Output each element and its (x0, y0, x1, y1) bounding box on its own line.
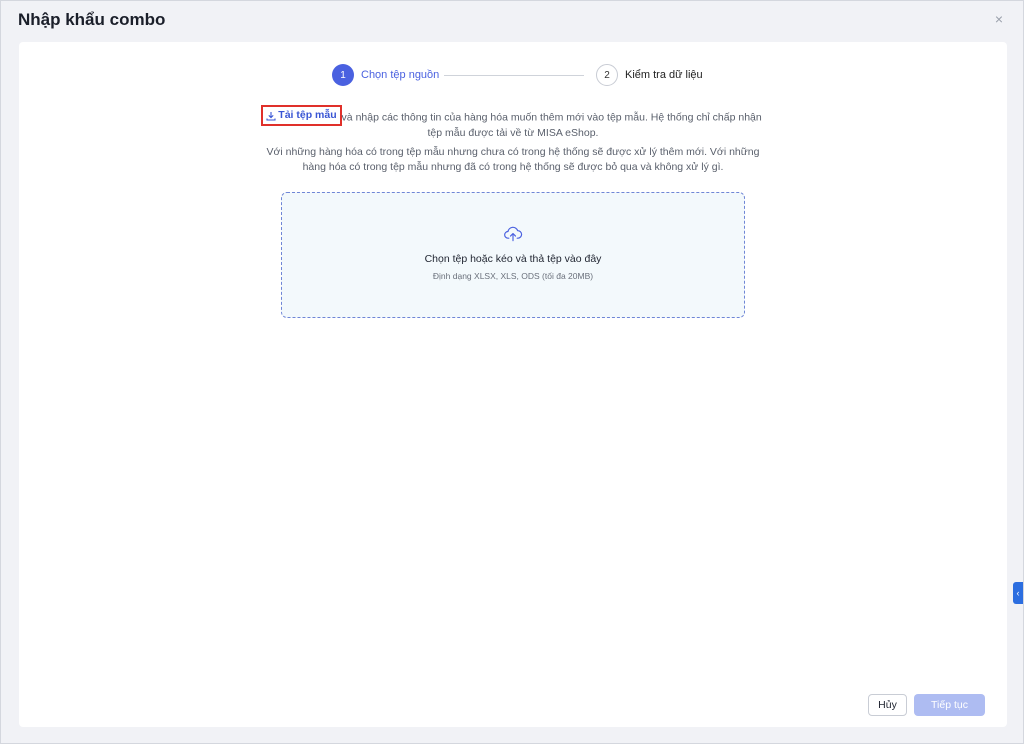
step-connector (444, 75, 584, 76)
step-number: 2 (596, 64, 618, 86)
step-number: 1 (332, 64, 354, 86)
instructions-line-2: Với những hàng hóa có trong tệp mẫu nhưn… (266, 145, 760, 173)
import-combo-dialog: Nhập khẩu combo × 1 Chọn tệp nguồn 2 Kiể… (0, 0, 1024, 744)
dialog-content-panel: 1 Chọn tệp nguồn 2 Kiểm tra dữ liệu Tải … (19, 42, 1007, 727)
instructions-line-1: Tải tệp mẫu và nhập các thông tin của hà… (261, 105, 763, 141)
step-label: Chọn tệp nguồn (361, 69, 440, 81)
download-icon (266, 111, 276, 121)
step-label: Kiểm tra dữ liệu (625, 69, 703, 81)
cloud-upload-icon (504, 226, 523, 242)
close-icon[interactable]: × (991, 11, 1007, 27)
dialog-title: Nhập khẩu combo (18, 10, 166, 29)
instructions: Tải tệp mẫu và nhập các thông tin của hà… (261, 105, 763, 179)
step-choose-source: 1 Chọn tệp nguồn (332, 64, 439, 86)
download-template-link[interactable]: Tải tệp mẫu (261, 105, 342, 126)
dropzone-subtitle: Định dạng XLSX, XLS, ODS (tối đa 20MB) (432, 271, 594, 281)
instructions-line-1-text: và nhập các thông tin của hàng hóa muốn … (338, 111, 762, 139)
dropzone-title: Chọn tệp hoặc kéo và thả tệp vào đây (424, 253, 602, 265)
chevron-left-icon[interactable]: ‹ (1013, 582, 1023, 604)
step-check-data: 2 Kiểm tra dữ liệu (596, 64, 703, 86)
download-template-label: Tải tệp mẫu (278, 109, 337, 121)
file-dropzone[interactable]: Chọn tệp hoặc kéo và thả tệp vào đây Địn… (281, 192, 745, 318)
cancel-button[interactable]: Hủy (868, 694, 907, 716)
continue-button[interactable]: Tiếp tục (914, 694, 985, 716)
stepper: 1 Chọn tệp nguồn 2 Kiểm tra dữ liệu (332, 64, 732, 88)
